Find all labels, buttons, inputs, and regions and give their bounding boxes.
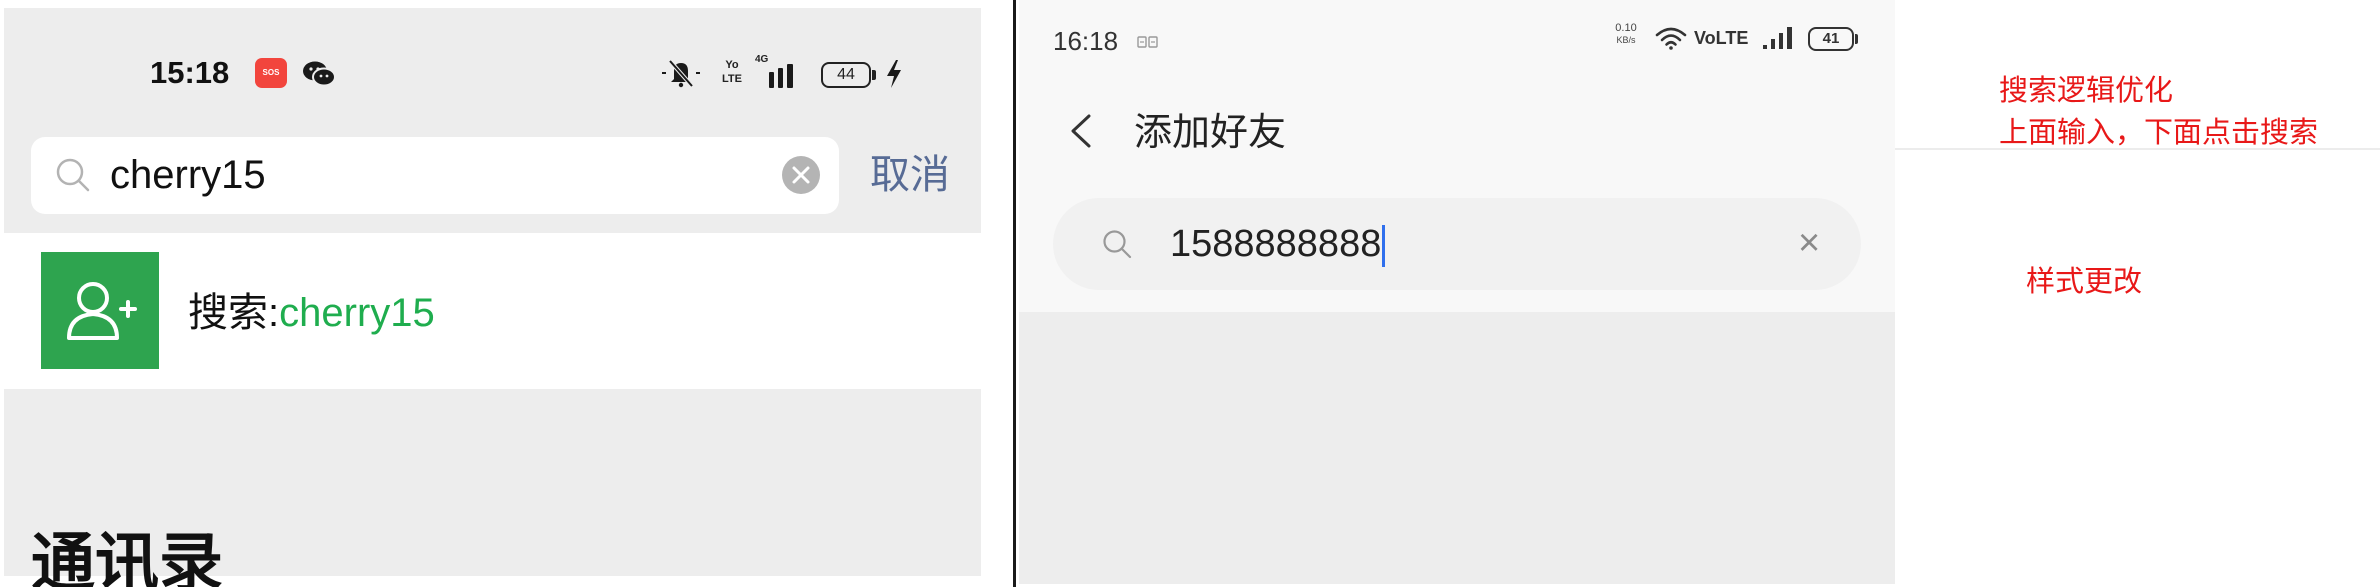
battery-nub [872, 70, 876, 80]
search-result-label: 搜索:cherry15 [188, 288, 435, 338]
cancel-button[interactable]: 取消 [870, 151, 950, 199]
page-title: 添加好友 [1134, 112, 1287, 154]
wifi-icon [1655, 27, 1687, 50]
clear-icon[interactable] [781, 155, 821, 195]
status-time: 16:18 [1053, 26, 1119, 56]
search-query-wrap: 1588888888 [1170, 222, 1386, 267]
volte-label: VoLTE [1694, 28, 1749, 48]
search-icon [56, 158, 90, 192]
charging-bolt-icon [887, 60, 901, 88]
overlay-heading: 通讯录 [31, 531, 223, 587]
search-icon [1103, 230, 1132, 259]
status-time: 15:18 [150, 55, 230, 90]
result-keyword: cherry15 [279, 291, 435, 335]
back-chevron-icon[interactable] [1068, 111, 1094, 151]
speed-unit: KB/s [1616, 35, 1636, 45]
annotation-style-note: 样式更改 [2026, 266, 2143, 298]
add-user-icon [67, 282, 137, 340]
signal-icon [769, 64, 793, 88]
battery-level: 41 [1822, 30, 1840, 47]
volte-icon: Yo LTE [717, 58, 747, 88]
volte-bottom-label: LTE [722, 73, 742, 85]
search-input[interactable]: 1588888888 × [1053, 198, 1861, 290]
battery-icon: 41 [1808, 27, 1854, 51]
search-input[interactable]: cherry15 [31, 137, 839, 214]
add-user-tile [41, 252, 159, 369]
volte-top-label: Yo [725, 59, 739, 71]
divider-line [1013, 0, 1016, 587]
search-result-row[interactable]: 搜索:cherry15 [4, 233, 981, 389]
content-area [1019, 312, 1895, 584]
left-phone-screenshot: 15:18 SOS Yo LTE 4G 44 cherry15 取消 搜索:ch… [4, 8, 981, 576]
sos-icon: SOS [255, 58, 287, 88]
annotation-search-logic-detail: 上面输入，下面点击搜索 [1999, 117, 2319, 149]
network-speed: 0.10 KB/s [1608, 22, 1644, 46]
speed-value: 0.10 [1615, 22, 1637, 34]
notification-icon [1137, 36, 1158, 48]
signal-icon [1763, 27, 1792, 49]
mute-bell-icon [662, 59, 700, 88]
close-icon[interactable]: × [1798, 220, 1820, 266]
battery-level: 44 [837, 66, 855, 83]
result-prefix: 搜索: [188, 291, 280, 335]
right-phone-screenshot: 16:18 0.10 KB/s VoLTE 41 添加好友 1588888888 [1019, 0, 1895, 584]
wechat-icon [303, 61, 336, 87]
battery-nub [1855, 34, 1858, 44]
search-query: 1588888888 [1170, 223, 1382, 265]
search-query: cherry15 [110, 153, 266, 197]
battery-icon: 44 [821, 62, 871, 88]
annotation-search-logic-title: 搜索逻辑优化 [1999, 75, 2174, 107]
text-caret [1382, 224, 1386, 267]
